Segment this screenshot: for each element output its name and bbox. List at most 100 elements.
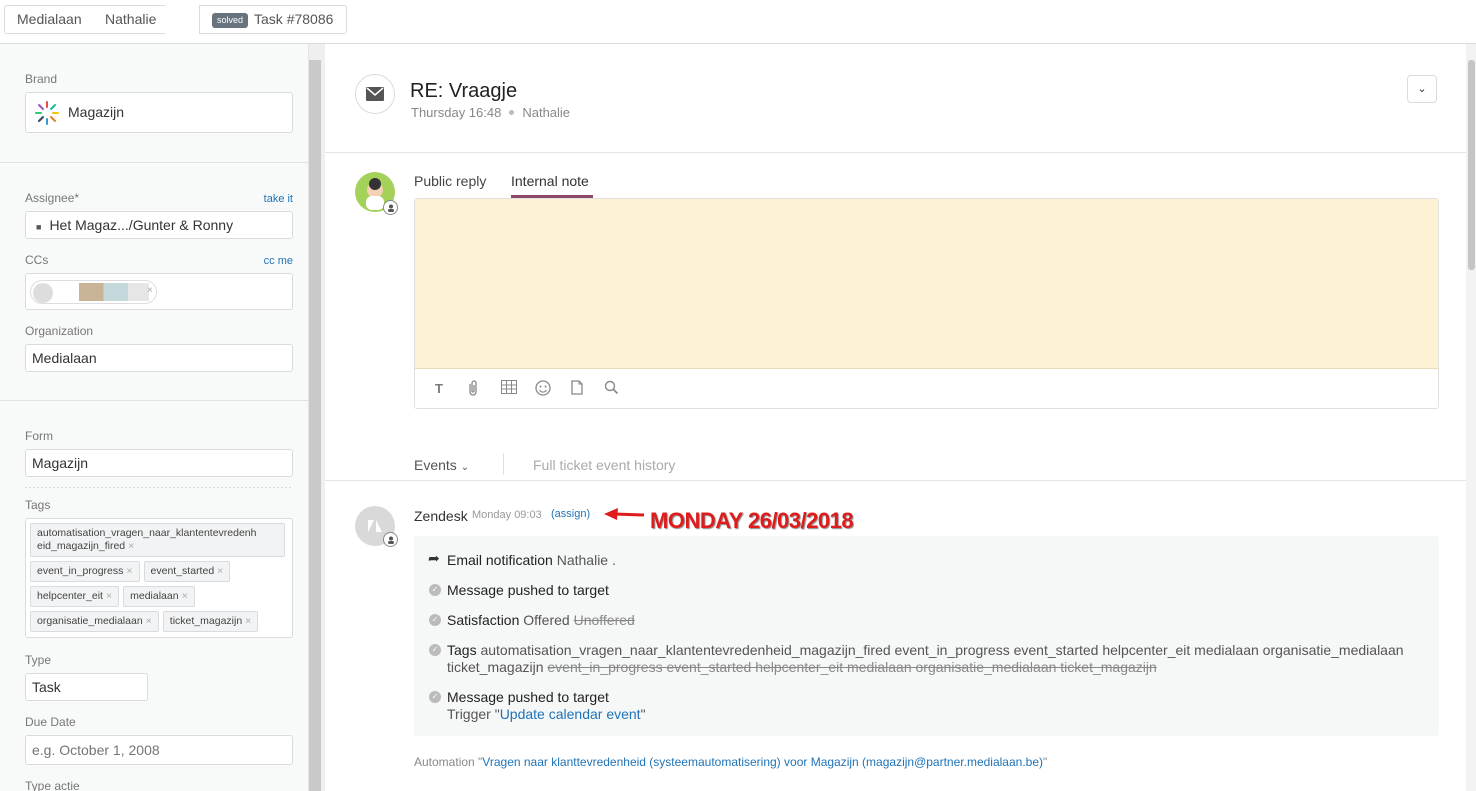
text-format-icon[interactable]: T [430, 380, 448, 398]
ccs-field[interactable]: × [25, 273, 293, 310]
events-label: Events [414, 457, 457, 473]
tag-chip[interactable]: helpcenter_eit × [30, 586, 120, 607]
take-it-link[interactable]: take it [264, 193, 293, 205]
document-icon[interactable] [568, 380, 586, 398]
tags-label: Tags [25, 498, 51, 512]
tag-remove-icon[interactable]: × [245, 615, 251, 627]
event-email-target: Nathalie . [556, 552, 616, 568]
chevron-down-icon: ⌄ [1417, 83, 1427, 95]
ticket-meta: Thursday 16:48 Nathalie [411, 105, 570, 120]
organization-label: Organization [25, 324, 94, 338]
separator-dot [509, 110, 515, 115]
events-filter[interactable]: Events ⌄ [414, 457, 469, 473]
automation-prefix: Automation [414, 755, 475, 769]
assign-link[interactable]: (assign) [551, 508, 590, 520]
assignee-label: Assignee* [25, 191, 80, 205]
tag-chip[interactable]: event_in_progress × [30, 561, 140, 582]
red-arrow-annotation [604, 508, 645, 520]
event-title: Satisfaction [447, 612, 520, 628]
ccs-label: CCs [25, 253, 49, 267]
brand-logo-icon [34, 100, 60, 126]
tag-remove-icon[interactable]: × [146, 615, 152, 627]
cc-redacted-name [79, 283, 149, 301]
event-title: Message pushed to target [447, 582, 609, 598]
event-title: Email notification [447, 552, 553, 568]
tag-chip[interactable]: ticket_magazijn × [162, 611, 259, 632]
tag-label: automatisation_vragen_naar_klantentevred… [37, 527, 257, 552]
envelope-icon [366, 87, 384, 101]
status-badge: solved [212, 13, 249, 28]
emoji-icon[interactable] [534, 380, 552, 398]
cc-me-link[interactable]: cc me [264, 255, 293, 267]
check-icon: ✓ [429, 584, 441, 596]
top-tab-bar: Medialaan Nathalie solved Task #78086 [0, 0, 1476, 44]
person-icon: ■ [36, 222, 42, 232]
event-email-notification: Email notification Nathalie . [447, 552, 616, 568]
cc-avatar-icon [33, 283, 53, 303]
event-title: Message pushed to target [447, 689, 609, 705]
sidebar-scrollbar[interactable] [309, 60, 321, 791]
cc-chip[interactable]: × [30, 280, 157, 304]
internal-note-textarea[interactable] [415, 199, 1438, 369]
tag-chip[interactable]: automatisation_vragen_naar_klantentevred… [30, 523, 285, 557]
share-arrow-icon: ➦ [428, 550, 440, 566]
check-icon: ✓ [429, 644, 441, 656]
tag-label: helpcenter_eit [37, 590, 103, 602]
form-select[interactable]: Magazijn [25, 449, 293, 477]
automation-link[interactable]: Vragen naar klanttevredenheid (systeemau… [482, 755, 1043, 769]
tab-public-reply[interactable]: Public reply [414, 173, 486, 189]
header-divider [325, 152, 1466, 153]
events-separator [503, 453, 504, 475]
tab-internal-note[interactable]: Internal note [511, 173, 589, 189]
event-tags: Tags automatisation_vragen_naar_klantent… [447, 642, 1427, 676]
assignee-select[interactable]: ■ Het Magaz.../Gunter & Ronny [25, 211, 293, 239]
form-label: Form [25, 429, 53, 443]
attachment-icon[interactable] [464, 380, 482, 398]
due-date-label: Due Date [25, 715, 76, 729]
tag-remove-icon[interactable]: × [182, 590, 188, 602]
sidebar-divider [0, 400, 308, 401]
person-badge-icon [383, 200, 398, 215]
breadcrumb-fade [160, 6, 200, 33]
cc-remove-icon[interactable]: × [147, 285, 153, 296]
satisfaction-new: Offered [523, 612, 570, 628]
brand-label: Brand [25, 72, 58, 86]
event-trigger: Trigger "Update calendar event" [447, 706, 646, 722]
tag-remove-icon[interactable]: × [217, 565, 223, 577]
trigger-link[interactable]: Update calendar event [500, 706, 641, 722]
type-select[interactable]: Task [25, 673, 148, 701]
tag-remove-icon[interactable]: × [126, 565, 132, 577]
event-title: Tags [447, 642, 477, 658]
brand-select[interactable]: Magazijn [25, 92, 293, 133]
tag-label: medialaan [130, 590, 179, 602]
tag-remove-icon[interactable]: × [128, 540, 134, 552]
breadcrumb-organization[interactable]: Medialaan [4, 5, 94, 34]
search-icon[interactable] [602, 380, 620, 398]
trigger-prefix: Trigger [447, 706, 491, 722]
sidebar-divider [0, 162, 308, 163]
ticket-options-button[interactable]: ⌄ [1407, 75, 1437, 103]
tag-chip[interactable]: event_started × [143, 561, 231, 582]
tag-chip[interactable]: medialaan × [123, 586, 195, 607]
ticket-tab[interactable]: solved Task #78086 [199, 5, 347, 34]
main-scrollbar[interactable] [1468, 60, 1475, 270]
event-author: Zendesk [414, 508, 468, 524]
organization-select[interactable]: Medialaan [25, 344, 293, 372]
breadcrumb-requester[interactable]: Nathalie [93, 5, 165, 34]
tags-added: ticket_magazijn [447, 659, 544, 675]
comment-editor[interactable]: T [414, 198, 1439, 409]
assignee-value: Het Magaz.../Gunter & Ronny [49, 217, 234, 233]
tags-removed: event_in_progress event_started helpcent… [547, 659, 1157, 675]
event-details: ➦ Email notification Nathalie . ✓ Messag… [414, 536, 1439, 736]
date-annotation: MONDAY 26/03/2018 [650, 508, 854, 533]
table-icon[interactable] [500, 380, 518, 398]
type-actie-label: Type actie [25, 779, 80, 791]
tags-field[interactable]: automatisation_vragen_naar_klantentevred… [25, 518, 293, 638]
ticket-requester[interactable]: Nathalie [522, 105, 570, 120]
due-date-input[interactable] [25, 735, 293, 765]
tag-label: event_in_progress [37, 565, 124, 577]
full-history-link[interactable]: Full ticket event history [533, 457, 675, 473]
ticket-title: RE: Vraagje [410, 80, 518, 102]
tag-chip[interactable]: organisatie_medialaan × [30, 611, 159, 632]
tag-remove-icon[interactable]: × [106, 590, 112, 602]
